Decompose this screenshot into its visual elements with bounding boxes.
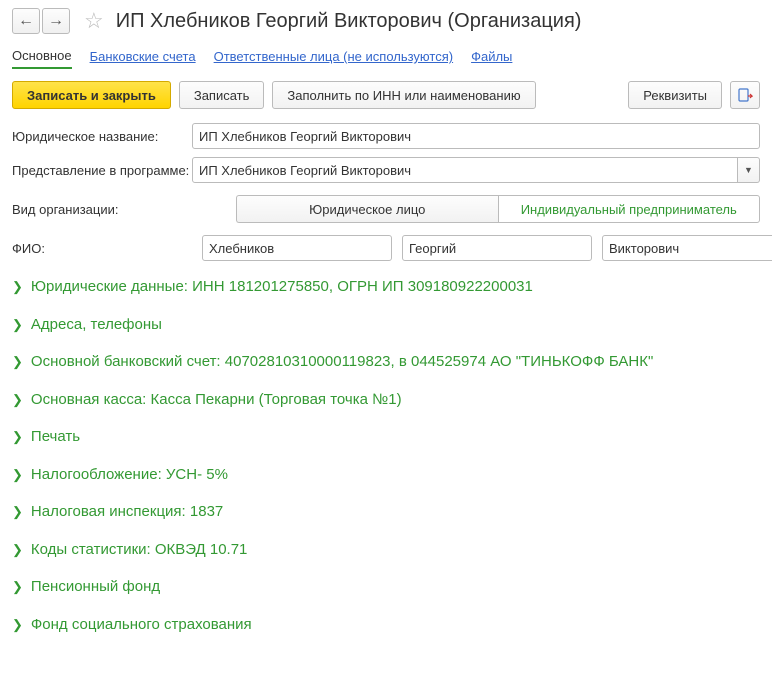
section-title: Юридические данные: ИНН 181201275850, ОГ…: [31, 277, 533, 297]
tab-files[interactable]: Файлы: [471, 45, 512, 68]
legal-name-input[interactable]: [192, 123, 760, 149]
chevron-right-icon: ❯: [12, 429, 23, 445]
chevron-right-icon: ❯: [12, 504, 23, 520]
section-social-insurance[interactable]: ❯ Фонд социального страхования: [12, 615, 760, 635]
requisites-button[interactable]: Реквизиты: [628, 81, 722, 109]
representation-input[interactable]: [192, 157, 738, 183]
arrow-right-icon: →: [48, 12, 64, 30]
section-main-cash[interactable]: ❯ Основная касса: Касса Пекарни (Торгова…: [12, 390, 760, 410]
header: ← → ☆ ИП Хлебников Георгий Викторович (О…: [12, 8, 760, 34]
legal-name-label: Юридическое название:: [12, 129, 192, 144]
attach-icon-button[interactable]: [730, 81, 760, 109]
tab-responsible-persons[interactable]: Ответственные лица (не используются): [214, 45, 453, 68]
chevron-right-icon: ❯: [12, 354, 23, 370]
representation-label: Представление в программе:: [12, 163, 192, 178]
org-type-row: Вид организации: Юридическое лицо Индиви…: [12, 195, 760, 223]
chevron-right-icon: ❯: [12, 392, 23, 408]
section-pension-fund[interactable]: ❯ Пенсионный фонд: [12, 577, 760, 597]
section-addresses[interactable]: ❯ Адреса, телефоны: [12, 315, 760, 335]
chevron-right-icon: ❯: [12, 542, 23, 558]
toolbar: Записать и закрыть Записать Заполнить по…: [12, 81, 760, 109]
org-type-legal-button[interactable]: Юридическое лицо: [236, 195, 498, 223]
expandable-sections: ❯ Юридические данные: ИНН 181201275850, …: [12, 277, 760, 634]
section-title: Пенсионный фонд: [31, 577, 160, 597]
representation-row: Представление в программе: ▼: [12, 157, 760, 183]
nav-forward-button[interactable]: →: [42, 8, 70, 34]
section-print[interactable]: ❯ Печать: [12, 427, 760, 447]
save-button[interactable]: Записать: [179, 81, 265, 109]
save-and-close-button[interactable]: Записать и закрыть: [12, 81, 171, 109]
section-stat-codes[interactable]: ❯ Коды статистики: ОКВЭД 10.71: [12, 540, 760, 560]
tab-bank-accounts[interactable]: Банковские счета: [90, 45, 196, 68]
section-legal-data[interactable]: ❯ Юридические данные: ИНН 181201275850, …: [12, 277, 760, 297]
org-type-label: Вид организации:: [12, 202, 236, 217]
chevron-right-icon: ❯: [12, 579, 23, 595]
representation-dropdown-button[interactable]: ▼: [738, 157, 760, 183]
nav-back-button[interactable]: ←: [12, 8, 40, 34]
section-title: Основной банковский счет: 40702810310000…: [31, 352, 653, 372]
org-type-ie-button[interactable]: Индивидуальный предприниматель: [498, 195, 761, 223]
chevron-down-icon: ▼: [744, 165, 753, 175]
last-name-input[interactable]: [202, 235, 392, 261]
paperclip-arrow-icon: [737, 87, 753, 103]
section-tax-inspection[interactable]: ❯ Налоговая инспекция: 1837: [12, 502, 760, 522]
tab-main[interactable]: Основное: [12, 44, 72, 69]
org-type-toggle: Юридическое лицо Индивидуальный предприн…: [236, 195, 760, 223]
section-title: Налоговая инспекция: 1837: [31, 502, 223, 522]
chevron-right-icon: ❯: [12, 317, 23, 333]
legal-name-row: Юридическое название:: [12, 123, 760, 149]
chevron-right-icon: ❯: [12, 467, 23, 483]
chevron-right-icon: ❯: [12, 279, 23, 295]
section-title: Коды статистики: ОКВЭД 10.71: [31, 540, 248, 560]
section-title: Налогообложение: УСН- 5%: [31, 465, 228, 485]
section-title: Фонд социального страхования: [31, 615, 252, 635]
middle-name-input[interactable]: [602, 235, 772, 261]
fio-label: ФИО:: [12, 241, 57, 256]
arrow-left-icon: ←: [18, 12, 34, 30]
fill-by-inn-button[interactable]: Заполнить по ИНН или наименованию: [272, 81, 535, 109]
section-title: Адреса, телефоны: [31, 315, 162, 335]
fio-row: ФИО:: [12, 235, 760, 261]
favorite-star-icon[interactable]: ☆: [84, 8, 104, 34]
chevron-right-icon: ❯: [12, 617, 23, 633]
section-title: Основная касса: Касса Пекарни (Торговая …: [31, 390, 402, 410]
tabs: Основное Банковские счета Ответственные …: [12, 44, 760, 69]
section-bank-account[interactable]: ❯ Основной банковский счет: 407028103100…: [12, 352, 760, 372]
first-name-input[interactable]: [402, 235, 592, 261]
page-title: ИП Хлебников Георгий Викторович (Организ…: [116, 10, 582, 33]
section-title: Печать: [31, 427, 80, 447]
section-taxation[interactable]: ❯ Налогообложение: УСН- 5%: [12, 465, 760, 485]
